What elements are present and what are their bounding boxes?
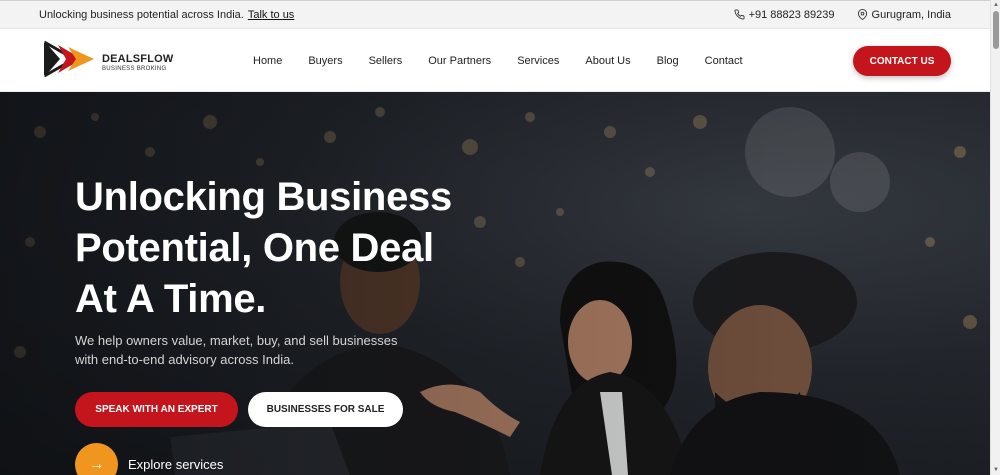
hero-section: Unlocking Business Potential, One Deal A…: [0, 92, 990, 475]
nav-our-partners[interactable]: Our Partners: [428, 55, 491, 67]
scroll-up-icon[interactable]: ▲: [993, 2, 999, 8]
phone-number: +91 88823 89239: [748, 8, 835, 21]
logo-chevrons-icon: [44, 41, 94, 77]
businesses-for-sale-button[interactable]: BUSINESSES FOR SALE: [248, 392, 403, 427]
location-pin-icon: [857, 9, 867, 20]
explore-services-link[interactable]: → Explore services: [75, 443, 223, 475]
main-navbar: DEALSFLOW BUSINESS BROKING Home Buyers S…: [0, 29, 990, 92]
brand-name: DEALSFLOW: [102, 53, 174, 65]
page-scrollbar[interactable]: ▲ ▼: [990, 0, 1000, 475]
dealsflow-logo[interactable]: DEALSFLOW BUSINESS BROKING: [44, 41, 173, 77]
nav-buyers[interactable]: Buyers: [308, 55, 342, 67]
talk-to-us-link[interactable]: Talk to us: [248, 9, 294, 21]
contact-info: +91 88823 89239 Gurugram, India: [734, 9, 951, 21]
nav-about-us[interactable]: About Us: [585, 55, 630, 67]
phone-icon: [734, 9, 745, 20]
phone-info[interactable]: +91 88823 89239: [734, 9, 835, 21]
location-info: Gurugram, India: [857, 9, 951, 21]
contact-us-button[interactable]: CONTACT US: [853, 46, 951, 76]
promo-text: Unlocking business potential across Indi…: [39, 8, 244, 21]
brand-tagline: BUSINESS BROKING: [102, 66, 167, 72]
speak-with-expert-button[interactable]: SPEAK WITH AN EXPERT: [75, 392, 238, 427]
promo-bar-text: Unlocking business potential across Indi…: [39, 9, 294, 21]
scroll-down-icon[interactable]: ▼: [993, 467, 999, 473]
top-bar: Unlocking business potential across Indi…: [0, 0, 990, 29]
location-text: Gurugram, India: [871, 8, 951, 21]
hero-subtext: We help owners value, market, buy, and s…: [75, 333, 398, 367]
nav-contact[interactable]: Contact: [705, 55, 743, 67]
hero-headline: Unlocking Business Potential, One Deal A…: [75, 175, 452, 321]
scrollbar-thumb[interactable]: [993, 11, 999, 49]
explore-services-label: Explore services: [128, 457, 224, 472]
nav-home[interactable]: Home: [253, 55, 282, 67]
nav-sellers[interactable]: Sellers: [369, 55, 403, 67]
nav-services[interactable]: Services: [517, 55, 559, 67]
arrow-right-icon[interactable]: →: [75, 443, 118, 475]
primary-nav: Home Buyers Sellers Our Partners Service…: [253, 29, 743, 92]
nav-blog[interactable]: Blog: [657, 55, 679, 67]
